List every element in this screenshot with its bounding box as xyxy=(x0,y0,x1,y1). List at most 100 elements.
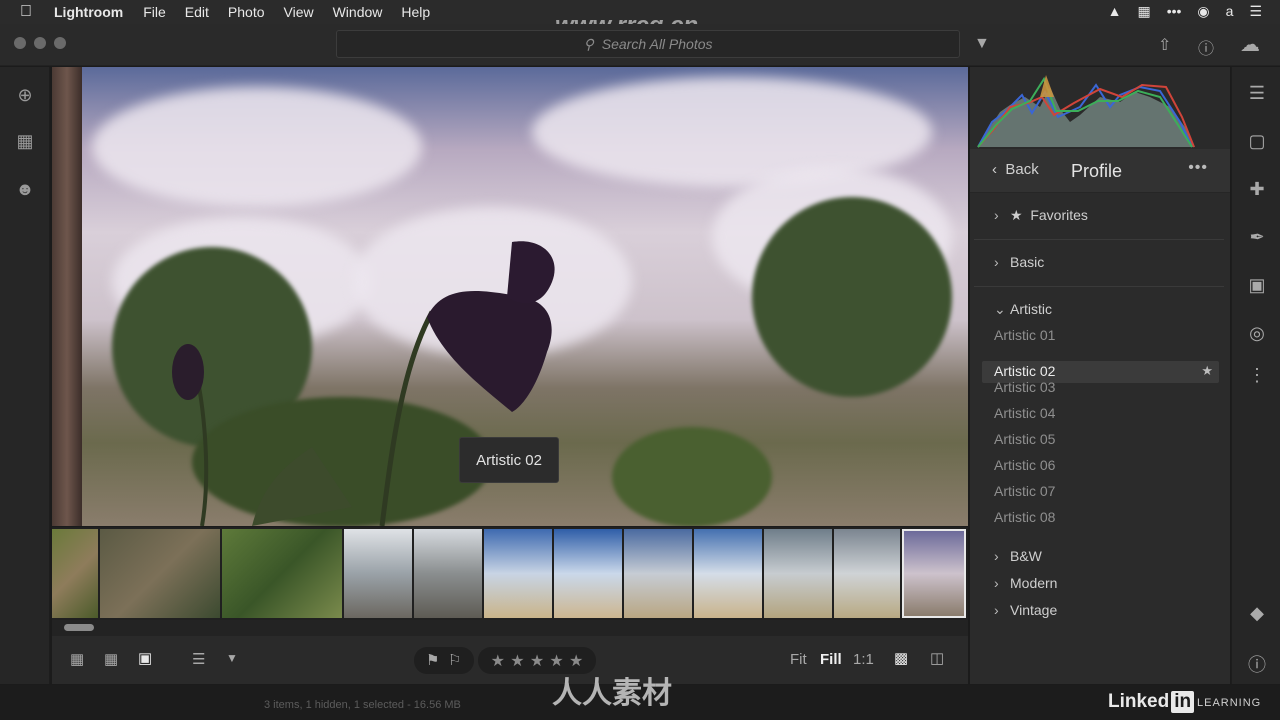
star-icon[interactable]: ★ xyxy=(530,651,544,671)
zoom-window-button[interactable] xyxy=(54,37,66,49)
filmstrip-thumb[interactable] xyxy=(222,529,342,618)
profile-artistic-07[interactable]: Artistic 07 xyxy=(994,483,1055,499)
brush-icon[interactable]: ✒ xyxy=(1245,227,1269,248)
filmstrip-thumb[interactable] xyxy=(344,529,412,618)
chevron-right-icon: › xyxy=(994,548,999,564)
star-icon: ★ xyxy=(1010,207,1031,223)
filmstrip-thumb[interactable] xyxy=(764,529,832,618)
zoom-fill-button[interactable]: Fill xyxy=(820,651,842,668)
detail-view-icon[interactable]: ▣ xyxy=(138,649,152,667)
close-window-button[interactable] xyxy=(14,37,26,49)
menu-file[interactable]: File xyxy=(143,4,166,20)
siri-icon[interactable]: ◉ xyxy=(1197,3,1209,20)
panel-more-icon[interactable]: ••• xyxy=(1188,159,1208,177)
apple-icon[interactable]:  xyxy=(20,3,38,21)
divider xyxy=(974,239,1224,240)
filmstrip-thumb[interactable] xyxy=(52,529,98,618)
group-bw[interactable]: › B&W xyxy=(994,548,1042,564)
filmstrip-thumb[interactable] xyxy=(694,529,762,618)
more-icon[interactable]: ••• xyxy=(1167,3,1182,20)
triangle-icon[interactable]: ▲ xyxy=(1108,3,1122,20)
a-icon[interactable]: a xyxy=(1226,3,1234,20)
zoom-fit-button[interactable]: Fit xyxy=(790,651,807,668)
group-artistic[interactable]: ⌄ Artistic xyxy=(994,301,1052,318)
title-bar: ⚲ Search All Photos ▼ ⇧ ⓘ ☁ xyxy=(0,24,1280,66)
list-icon[interactable]: ☰ xyxy=(1249,3,1262,20)
star-icon[interactable]: ★ xyxy=(491,651,505,671)
menubar-status-icons: ▲ ▦ ••• ◉ a ☰ xyxy=(1108,3,1262,20)
chevron-down-icon: ⌄ xyxy=(994,301,1006,317)
chevron-left-icon: ‹ xyxy=(992,161,1006,178)
filmstrip-thumb-selected[interactable] xyxy=(902,529,966,618)
more-tools-icon[interactable]: ⋮ xyxy=(1245,365,1269,386)
star-icon[interactable]: ★ xyxy=(510,651,524,671)
photo-grid-icon[interactable]: ▦ xyxy=(104,650,118,668)
profile-preview-tooltip: Artistic 02 xyxy=(459,437,559,483)
linear-gradient-icon[interactable]: ▣ xyxy=(1245,275,1269,296)
show-info-icon[interactable]: ▩ xyxy=(894,649,908,667)
profile-artistic-05[interactable]: Artistic 05 xyxy=(994,431,1055,447)
tag-icon[interactable]: ◆ xyxy=(1245,603,1269,624)
menu-edit[interactable]: Edit xyxy=(185,4,209,20)
zoom-1to1-button[interactable]: 1:1 xyxy=(853,651,874,668)
menu-photo[interactable]: Photo xyxy=(228,4,265,20)
profile-artistic-04[interactable]: Artistic 04 xyxy=(994,405,1055,421)
help-icon[interactable]: ⓘ xyxy=(1198,35,1214,59)
share-icon[interactable]: ⇧ xyxy=(1158,35,1171,55)
scrollbar-handle[interactable] xyxy=(64,624,94,631)
add-photos-icon[interactable]: ⊕ xyxy=(13,85,37,109)
chevron-right-icon: › xyxy=(994,254,999,270)
filmstrip-scrollbar[interactable] xyxy=(52,620,968,636)
left-rail: ⊕ ▦ ☻ xyxy=(0,67,50,684)
flag-pick-icon[interactable]: ⚑ xyxy=(426,651,439,669)
square-grid-icon[interactable]: ▦ xyxy=(70,650,84,668)
back-button[interactable]: ‹ Back xyxy=(992,161,1039,178)
chevron-right-icon: › xyxy=(994,207,999,223)
cloud-icon[interactable]: ☁ xyxy=(1240,32,1260,57)
main-photo[interactable]: Artistic 02 xyxy=(52,67,968,526)
right-rail: ☰ ▢ ✚ ✒ ▣ ◎ ⋮ ◆ ⓘ xyxy=(1231,67,1280,684)
histogram xyxy=(970,67,1230,149)
status-text: 3 items, 1 hidden, 1 selected - 16.56 MB xyxy=(264,699,461,711)
info-icon[interactable]: ⓘ xyxy=(1245,651,1269,677)
divider xyxy=(974,286,1224,287)
filmstrip-thumb[interactable] xyxy=(834,529,900,618)
profile-artistic-03[interactable]: Artistic 03 xyxy=(994,379,1055,395)
group-vintage[interactable]: › Vintage xyxy=(994,602,1057,618)
flag-group: ⚑ ⚐ xyxy=(414,647,474,674)
filmstrip-thumb[interactable] xyxy=(100,529,220,618)
group-modern[interactable]: › Modern xyxy=(994,575,1057,591)
flag-reject-icon[interactable]: ⚐ xyxy=(448,651,461,669)
grid-icon[interactable]: ▦ xyxy=(1137,3,1150,20)
search-placeholder: Search All Photos xyxy=(601,36,713,52)
edit-sliders-icon[interactable]: ☰ xyxy=(1245,83,1269,104)
search-field[interactable]: ⚲ Search All Photos xyxy=(336,30,960,58)
filter-icon[interactable]: ▼ xyxy=(974,35,990,53)
profile-panel-header: ‹ Back Profile ••• xyxy=(970,149,1230,193)
crop-icon[interactable]: ▢ xyxy=(1245,131,1269,152)
library-icon[interactable]: ▦ xyxy=(13,131,37,155)
minimize-window-button[interactable] xyxy=(34,37,46,49)
favorite-star-icon[interactable]: ★ xyxy=(1201,363,1213,379)
sort-icon[interactable]: ☰ xyxy=(192,650,205,668)
menu-help[interactable]: Help xyxy=(401,4,430,20)
menu-view[interactable]: View xyxy=(284,4,314,20)
filmstrip-thumb[interactable] xyxy=(624,529,692,618)
profile-panel: ‹ Back Profile ••• › ★ Favorites › Basic ⌄… xyxy=(970,149,1230,684)
compare-icon[interactable]: ◫ xyxy=(930,649,944,667)
people-icon[interactable]: ☻ xyxy=(13,179,37,203)
profile-artistic-08[interactable]: Artistic 08 xyxy=(994,509,1055,525)
profile-artistic-06[interactable]: Artistic 06 xyxy=(994,457,1055,473)
filmstrip-thumb[interactable] xyxy=(414,529,482,618)
chevron-down-icon[interactable]: ▼ xyxy=(226,651,238,665)
group-favorites[interactable]: › ★ Favorites xyxy=(994,207,1088,224)
filmstrip-thumb[interactable] xyxy=(484,529,552,618)
watermark-logo: 人人素材 xyxy=(552,677,672,710)
menu-app-name[interactable]: Lightroom xyxy=(54,4,123,20)
healing-brush-icon[interactable]: ✚ xyxy=(1245,179,1269,200)
profile-artistic-01[interactable]: Artistic 01 xyxy=(994,327,1055,343)
menu-window[interactable]: Window xyxy=(333,4,383,20)
group-basic[interactable]: › Basic xyxy=(994,254,1044,270)
radial-gradient-icon[interactable]: ◎ xyxy=(1245,323,1269,344)
filmstrip-thumb[interactable] xyxy=(554,529,622,618)
